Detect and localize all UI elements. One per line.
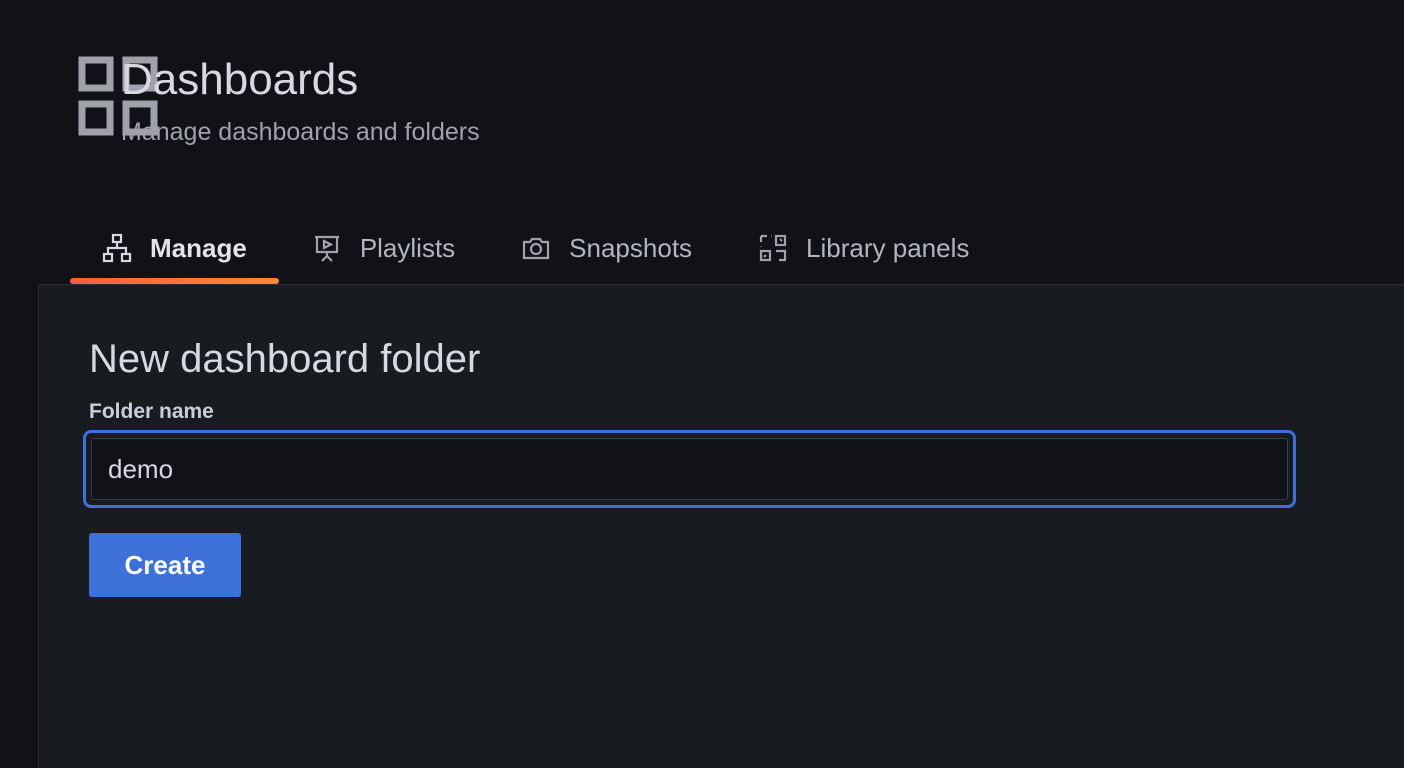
tab-playlists-label: Playlists (359, 232, 456, 263)
tab-bar: Manage Playlists Snapshots Library panel… (70, 222, 1002, 284)
tab-playlists[interactable]: Playlists (279, 222, 488, 274)
presentation-play-icon (312, 233, 342, 263)
content-panel: New dashboard folder Folder name Create (38, 284, 1404, 768)
tab-library-panels[interactable]: Library panels (725, 222, 1002, 274)
page-subtitle: Manage dashboards and folders (121, 118, 480, 146)
tab-library-panels-label: Library panels (806, 232, 970, 263)
form-heading: New dashboard folder (89, 337, 481, 381)
tab-manage[interactable]: Manage (70, 222, 279, 284)
folder-name-label: Folder name (89, 400, 214, 423)
tab-manage-label: Manage (150, 232, 247, 263)
folder-name-focus-ring (83, 430, 1296, 508)
library-panel-icon (758, 233, 788, 263)
folder-name-input[interactable] (91, 438, 1288, 500)
sitemap-icon (102, 233, 132, 263)
tab-snapshots[interactable]: Snapshots (488, 222, 725, 274)
tab-snapshots-label: Snapshots (569, 232, 693, 263)
create-button[interactable]: Create (89, 533, 241, 597)
page-title: Dashboards (121, 55, 359, 104)
camera-icon (521, 233, 551, 263)
